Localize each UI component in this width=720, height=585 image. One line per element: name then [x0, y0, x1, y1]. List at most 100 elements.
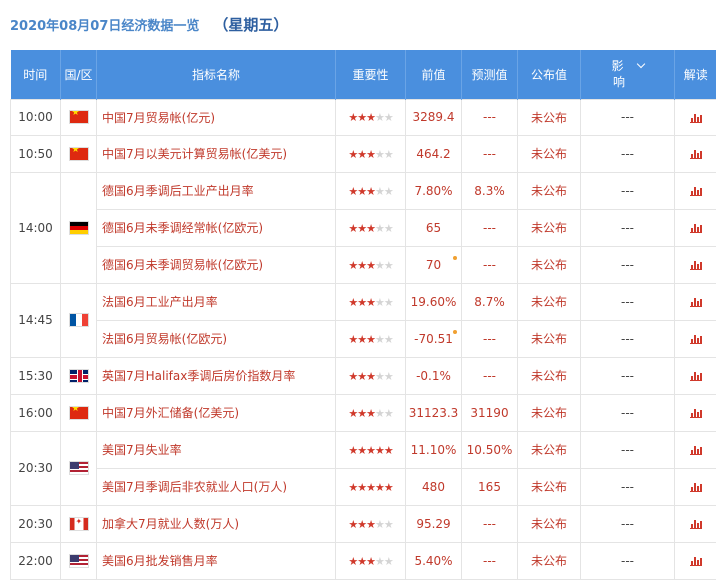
table-row[interactable]: 10:00中国7月贸易帐(亿元)★★★★★3289.4---未公布--- — [10, 98, 716, 136]
indicator-name-link[interactable]: 美国7月季调后非农就业人口(万人) — [96, 467, 336, 506]
star-icon: ★ — [383, 147, 394, 161]
star-icon: ★ — [374, 406, 385, 420]
indicator-name-link[interactable]: 加拿大7月就业人数(万人) — [96, 504, 336, 543]
table-row[interactable]: 法国6月贸易帐(亿欧元) ★★★★★ -70.51 --- 未公布 --- — [11, 319, 716, 358]
table-row[interactable]: 德国6月未季调经常帐(亿欧元) ★★★★★ 65 --- 未公布 --- — [11, 208, 716, 247]
region-flag — [60, 504, 97, 543]
bar-chart-icon[interactable] — [689, 408, 702, 418]
bar-chart-icon[interactable] — [689, 371, 702, 381]
star-icon: ★ — [348, 406, 358, 420]
star-icon: ★ — [383, 369, 394, 383]
importance-stars: ★★★★★ — [335, 134, 406, 173]
detail-cell[interactable] — [674, 356, 716, 395]
forecast-value: --- — [461, 319, 518, 358]
detail-cell[interactable] — [674, 504, 716, 543]
star-icon: ★ — [348, 554, 358, 568]
star-icon: ★ — [357, 369, 367, 383]
forecast-value: 165 — [461, 467, 518, 506]
detail-cell[interactable] — [674, 430, 716, 469]
cn-flag-icon — [68, 146, 89, 161]
detail-cell[interactable] — [674, 282, 716, 321]
indicator-name-link[interactable]: 美国6月批发销售月率 — [96, 541, 336, 580]
table-row[interactable]: 22:00 美国6月批发销售月率 ★★★★★ 5.40% --- 未公布 --- — [10, 541, 716, 580]
effect-value: --- — [580, 134, 675, 173]
table-row[interactable]: 14:45 法国6月工业产出月率 ★★★★★ 19.60% 8.7% 未公布 --- — [10, 282, 716, 358]
detail-cell[interactable] — [674, 134, 716, 173]
chevron-down-icon[interactable] — [636, 60, 645, 69]
table-row[interactable]: 10:50中国7月以美元计算贸易帐(亿美元)★★★★★464.2---未公布--… — [10, 134, 716, 173]
indicator-name-link[interactable]: 中国7月以美元计算贸易帐(亿美元) — [96, 134, 336, 173]
event-time: 10:00 — [10, 98, 61, 136]
indicator-name-link[interactable]: 英国7月Halifax季调后房价指数月率 — [96, 356, 336, 395]
gb-flag-icon — [68, 368, 89, 383]
previous-value-text: 11.10% — [410, 442, 457, 457]
importance-stars: ★★★★★ — [335, 98, 406, 136]
bar-chart-icon[interactable] — [689, 149, 702, 159]
detail-cell[interactable] — [674, 541, 716, 580]
actual-value: 未公布 — [517, 430, 581, 469]
table-row[interactable]: 20:30 美国7月失业率 ★★★★★ 11.10% 10.50% 未公布 --- — [10, 430, 716, 506]
indicator-name-link[interactable]: 法国6月工业产出月率 — [96, 282, 336, 321]
economic-calendar-table: 时间 国/区 指标名称 重要性 前值 预测值 公布值 影 响 解读 10:00 中… — [10, 50, 716, 585]
bar-chart-icon[interactable] — [689, 186, 702, 196]
event-time: 14:00 — [10, 171, 61, 284]
previous-value: 464.2 — [405, 134, 462, 173]
table-row[interactable]: 德国6月未季调贸易帐(亿欧元) ★★★★★ 70 --- 未公布 --- — [11, 245, 716, 284]
previous-value-text: 31123.3 — [408, 405, 459, 420]
bar-chart-icon[interactable] — [689, 334, 702, 344]
previous-value-text: 3289.4 — [412, 110, 455, 124]
indicator-name-link[interactable]: 德国6月季调后工业产出月率 — [96, 171, 336, 210]
star-icon: ★ — [348, 111, 358, 124]
table-row[interactable]: 16:00中国7月外汇储备(亿美元)★★★★★31123.331190未公布--… — [10, 393, 716, 432]
detail-cell[interactable] — [674, 393, 716, 432]
previous-value: 3289.4 — [405, 98, 462, 136]
star-icon: ★ — [348, 443, 358, 457]
detail-cell[interactable] — [674, 208, 716, 247]
star-icon: ★ — [366, 184, 376, 198]
indicator-name-link[interactable]: 中国7月贸易帐(亿元) — [96, 98, 336, 136]
forecast-value: --- — [461, 98, 518, 136]
previous-value: -0.1% — [405, 356, 462, 395]
table-row[interactable]: 美国7月季调后非农就业人口(万人) ★★★★★ 480 165 未公布 --- — [11, 467, 716, 506]
bar-chart-icon[interactable] — [689, 445, 702, 455]
previous-value-text: 95.29 — [416, 516, 451, 531]
star-icon: ★ — [348, 184, 358, 198]
indicator-name-link[interactable]: 美国7月失业率 — [96, 430, 336, 469]
detail-cell[interactable] — [674, 171, 716, 210]
star-icon: ★ — [374, 517, 385, 531]
event-time: 20:30 — [10, 430, 61, 506]
table-row[interactable]: 14:00 德国6月季调后工业产出月率 ★★★★★ 7.80% 8.3% 未公布 --- — [10, 171, 716, 284]
actual-value: 未公布 — [517, 208, 581, 247]
bar-chart-icon[interactable] — [689, 223, 702, 233]
bar-chart-icon[interactable] — [689, 519, 702, 529]
previous-value-text: 70 — [425, 257, 442, 272]
fr-flag-icon — [68, 313, 89, 328]
revised-dot-icon — [453, 329, 457, 334]
revised-dot-icon — [453, 255, 457, 260]
bar-chart-icon[interactable] — [689, 113, 702, 123]
detail-cell[interactable] — [674, 319, 716, 358]
star-icon: ★ — [366, 517, 376, 531]
cn-flag-icon — [68, 405, 89, 420]
actual-value: 未公布 — [517, 171, 581, 210]
star-icon: ★ — [357, 258, 367, 272]
importance-stars: ★★★★★ — [335, 356, 406, 395]
table-row[interactable]: 20:30加拿大7月就业人数(万人)★★★★★95.29---未公布--- — [10, 504, 716, 543]
bar-chart-icon[interactable] — [689, 260, 702, 270]
detail-cell[interactable] — [674, 467, 716, 506]
table-row[interactable]: 15:30 英国7月Halifax季调后房价指数月率 ★★★★★ -0.1% --- 未公… — [10, 356, 716, 395]
effect-value: --- — [580, 282, 675, 321]
bar-chart-icon[interactable] — [689, 297, 702, 307]
indicator-name-link[interactable]: 中国7月外汇储备(亿美元) — [96, 393, 336, 432]
table-body: 10:00中国7月贸易帐(亿元)★★★★★3289.4---未公布---10:5… — [10, 98, 716, 580]
detail-cell[interactable] — [674, 98, 716, 136]
indicator-name-link[interactable]: 德国6月未季调贸易帐(亿欧元) — [96, 245, 336, 284]
bar-chart-icon[interactable] — [689, 556, 702, 566]
bar-chart-icon[interactable] — [689, 482, 702, 492]
column-header-effect[interactable]: 影 响 — [580, 50, 675, 99]
indicator-name-link[interactable]: 法国6月贸易帐(亿欧元) — [96, 319, 336, 358]
star-icon: ★ — [357, 111, 367, 124]
indicator-name-link[interactable]: 德国6月未季调经常帐(亿欧元) — [96, 208, 336, 247]
detail-cell[interactable] — [674, 245, 716, 284]
column-header-time: 时间 — [10, 50, 61, 99]
